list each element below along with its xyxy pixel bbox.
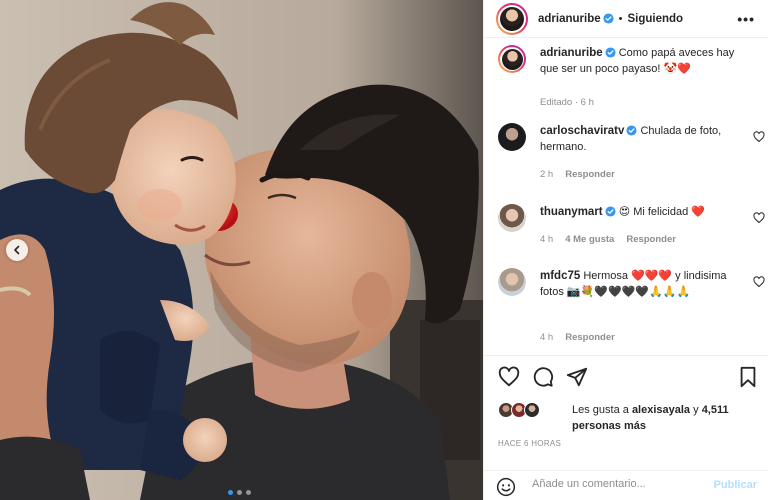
likes-user-link[interactable]: alexisayala (632, 404, 690, 416)
separator-bullet: • (618, 12, 623, 25)
heart-icon[interactable] (498, 366, 520, 388)
comment-username[interactable]: mfdc75 (540, 270, 580, 282)
verified-icon (605, 206, 616, 217)
reply-button[interactable]: Responder (565, 169, 615, 180)
share-icon[interactable] (566, 366, 588, 388)
comment-likes-count[interactable]: 4 Me gusta (565, 234, 614, 245)
comment-time: 2 h (540, 169, 554, 180)
comments-list: adrianuribe Como papá aveces hay que ser… (484, 39, 768, 355)
comment-item: thuanymart 😍 Mi felicidad ❤️ 4 h 4 Me gu… (498, 204, 765, 254)
comment-like-icon[interactable] (753, 212, 765, 224)
add-comment-bar: Publicar (484, 470, 768, 500)
divider (484, 355, 768, 356)
comment-text: 😍 Mi felicidad ❤️ (618, 206, 705, 218)
commenter-avatar[interactable] (498, 268, 526, 296)
likes-connector: y (693, 404, 699, 416)
comment-item: carloschavira​tv Chulada de foto, herman… (498, 123, 765, 183)
commenter-avatar[interactable] (498, 204, 526, 232)
comment-item: mfdc75 Hermosa ❤️❤️❤️ y lindisima fotos … (498, 268, 765, 348)
likes-prefix: Les gusta a (572, 404, 629, 416)
likes-text: Les gusta a alexisayala y 4,511 personas… (572, 402, 768, 434)
commenter-avatar[interactable] (498, 123, 526, 151)
verified-icon (626, 125, 637, 136)
verified-icon (603, 13, 614, 24)
comment-icon[interactable] (532, 366, 554, 388)
carousel-indicator (228, 490, 251, 495)
caption-avatar[interactable] (498, 45, 526, 73)
post-header: adrianuribe • Siguiendo ••• (484, 0, 768, 38)
post-modal: adrianuribe • Siguiendo ••• adrianuribe … (0, 0, 768, 500)
reply-button[interactable]: Responder (565, 332, 615, 343)
author-avatar[interactable] (496, 2, 528, 35)
following-button[interactable]: Siguiendo (628, 13, 684, 25)
bookmark-icon[interactable] (738, 366, 758, 388)
post-sidebar: adrianuribe • Siguiendo ••• adrianuribe … (483, 0, 768, 500)
chevron-left-icon (14, 245, 20, 255)
caption: adrianuribe Como papá aveces hay que ser… (498, 45, 758, 108)
carousel-dot (237, 490, 242, 495)
likes-summary: Les gusta a alexisayala y 4,511 personas… (498, 400, 758, 434)
comment-username[interactable]: carloschavira​tv (540, 125, 624, 137)
comment-time: 4 h (540, 234, 554, 245)
comment-input[interactable] (532, 478, 702, 490)
more-icon[interactable]: ••• (737, 11, 755, 27)
caption-username[interactable]: adrianuribe (540, 47, 603, 59)
comment-like-icon[interactable] (753, 131, 765, 143)
liker-avatars[interactable] (498, 402, 542, 418)
caption-meta: Editado · 6 h (540, 97, 594, 108)
carousel-dot (246, 490, 251, 495)
publish-button[interactable]: Publicar (714, 479, 757, 491)
reply-button[interactable]: Responder (626, 234, 676, 245)
carousel-prev-button[interactable] (6, 239, 28, 261)
post-timestamp[interactable]: HACE 6 HORAS (498, 439, 561, 448)
verified-icon (605, 47, 616, 58)
comment-time: 4 h (540, 332, 554, 343)
comment-username[interactable]: thuanymart (540, 206, 603, 218)
emoji-icon[interactable] (496, 477, 516, 497)
author-username[interactable]: adrianuribe (538, 13, 601, 25)
post-photo[interactable] (0, 0, 483, 500)
carousel-dot (228, 490, 233, 495)
comment-like-icon[interactable] (753, 276, 765, 288)
photo-illustration (0, 0, 483, 500)
action-bar (498, 366, 758, 390)
